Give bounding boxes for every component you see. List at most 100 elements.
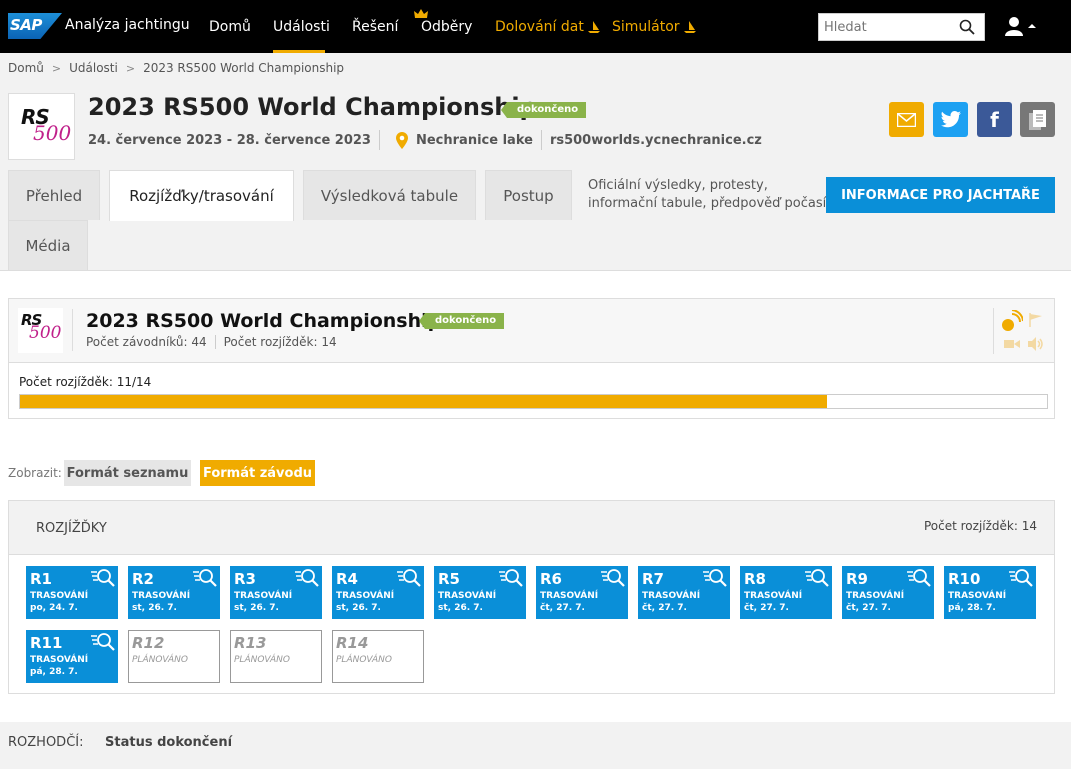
nav-data-mining-label: Dolování dat	[495, 18, 584, 35]
tab-note: Oficiální výsledky, protesty, informační…	[588, 177, 831, 213]
race-name: R12	[132, 634, 165, 652]
share-email-button[interactable]	[889, 102, 924, 137]
zoom-analysis-icon[interactable]	[193, 568, 217, 592]
nav-solutions[interactable]: Řešení	[352, 0, 398, 53]
race-format-button[interactable]: Formát závodu	[200, 460, 315, 486]
zoom-analysis-icon[interactable]	[907, 568, 931, 592]
race-date: st, 26. 7.	[132, 603, 177, 613]
race-progress-fill	[20, 395, 827, 408]
sap-logo[interactable]: SAP	[8, 13, 62, 39]
tab-note-line-2: informační tabule, předpověď počasí:	[588, 196, 831, 211]
race-name: R1	[30, 570, 52, 588]
race-name: R8	[744, 570, 766, 588]
race-tile-r13[interactable]: R13 PLÁNOVÁNO	[230, 630, 322, 683]
tab-note-line-1: Oficiální výsledky, protesty,	[588, 178, 768, 193]
copy-icon	[1029, 109, 1046, 130]
audio-icon	[1028, 337, 1043, 351]
race-date: st, 26. 7.	[336, 603, 381, 613]
race-date: st, 26. 7.	[438, 603, 483, 613]
zoom-analysis-icon[interactable]	[91, 568, 115, 592]
race-name: R5	[438, 570, 460, 588]
event-website[interactable]: rs500worlds.ycnechranice.cz	[550, 133, 762, 148]
race-tile-r4[interactable]: R4 TRASOVÁNÍ st, 26. 7.	[332, 566, 424, 619]
share-twitter-button[interactable]	[933, 102, 968, 137]
race-name: R7	[642, 570, 664, 588]
race-name: R4	[336, 570, 358, 588]
list-format-button[interactable]: Formát seznamu	[64, 460, 191, 486]
event-location[interactable]: Nechranice lake	[416, 133, 533, 148]
races-panel-count: Počet rozjížděk: 14	[923, 519, 1037, 533]
nav-simulator[interactable]: Simulátor	[612, 0, 696, 53]
event-card: RS 500 2023 RS500 World Championship dok…	[8, 298, 1055, 419]
race-tile-r5[interactable]: R5 TRASOVÁNÍ st, 26. 7.	[434, 566, 526, 619]
envelope-icon	[897, 112, 916, 127]
nav-subscriptions[interactable]: Odběry	[421, 0, 472, 53]
nav-events[interactable]: Události	[273, 0, 330, 53]
tab-overview[interactable]: Přehled	[8, 170, 100, 220]
race-tile-r10[interactable]: R10 TRASOVÁNÍ pá, 28. 7.	[944, 566, 1036, 619]
race-name: R13	[234, 634, 267, 652]
event-card-meta: Počet závodníků: 44 Počet rozjížděk: 14	[86, 335, 337, 349]
tab-progress[interactable]: Postup	[485, 170, 572, 220]
race-tile-r11[interactable]: R11 TRASOVÁNÍ pá, 28. 7.	[26, 630, 118, 683]
user-menu-icon[interactable]	[1004, 16, 1040, 38]
sailor-info-button[interactable]: INFORMACE PRO JACHTAŘE	[826, 177, 1055, 213]
breadcrumb-home[interactable]: Domů	[8, 61, 44, 75]
status-badge: dokončeno	[418, 313, 505, 329]
search-box	[818, 13, 985, 41]
facebook-icon: f	[990, 107, 999, 132]
race-status: PLÁNOVÁNO	[336, 655, 392, 665]
sail-icon	[587, 20, 600, 33]
zoom-analysis-icon[interactable]	[295, 568, 319, 592]
location-pin-icon	[395, 131, 408, 149]
race-status: TRASOVÁNÍ	[846, 591, 905, 601]
nav-events-label: Události	[273, 18, 330, 35]
video-icon	[1004, 340, 1020, 348]
rs500-logo: RS 500	[19, 105, 71, 149]
zoom-analysis-icon[interactable]	[703, 568, 727, 592]
zoom-analysis-icon[interactable]	[91, 632, 115, 656]
tab-races-tracking[interactable]: Rozjížďky/trasování	[109, 170, 294, 221]
race-tile-r1[interactable]: R1 TRASOVÁNÍ po, 24. 7.	[26, 566, 118, 619]
race-status: TRASOVÁNÍ	[744, 591, 803, 601]
race-date: čt, 27. 7.	[642, 603, 687, 613]
race-tile-r6[interactable]: R6 TRASOVÁNÍ čt, 27. 7.	[536, 566, 628, 619]
breadcrumb: Domů > Události > 2023 RS500 World Champ…	[8, 61, 344, 75]
race-tile-r3[interactable]: R3 TRASOVÁNÍ st, 26. 7.	[230, 566, 322, 619]
rs500-logo-number: 500	[29, 323, 62, 343]
race-progress-bar	[19, 394, 1048, 409]
race-status: PLÁNOVÁNO	[234, 655, 290, 665]
nav-home[interactable]: Domů	[209, 0, 251, 53]
zoom-analysis-icon[interactable]	[397, 568, 421, 592]
app-title[interactable]: Analýza jachtingu	[65, 17, 190, 33]
zoom-analysis-icon[interactable]	[601, 568, 625, 592]
share-facebook-button[interactable]: f	[977, 102, 1012, 137]
divider	[214, 335, 216, 349]
flag-icon	[1029, 313, 1042, 327]
zoom-analysis-icon[interactable]	[499, 568, 523, 592]
search-icon[interactable]	[959, 19, 975, 35]
event-card-icons	[993, 304, 1051, 358]
search-input[interactable]	[819, 14, 949, 40]
breadcrumb-events[interactable]: Události	[69, 61, 118, 75]
tab-leaderboard[interactable]: Výsledková tabule	[303, 170, 476, 220]
chevron-right-icon: >	[125, 61, 136, 75]
live-tracking-icon[interactable]	[1001, 310, 1023, 332]
race-tile-r8[interactable]: R8 TRASOVÁNÍ čt, 27. 7.	[740, 566, 832, 619]
copy-link-button[interactable]	[1020, 102, 1055, 137]
race-tile-r2[interactable]: R2 TRASOVÁNÍ st, 26. 7.	[128, 566, 220, 619]
zoom-analysis-icon[interactable]	[1009, 568, 1033, 592]
race-tile-r7[interactable]: R7 TRASOVÁNÍ čt, 27. 7.	[638, 566, 730, 619]
race-tile-r12[interactable]: R12 PLÁNOVÁNO	[128, 630, 220, 683]
race-tile-r9[interactable]: R9 TRASOVÁNÍ čt, 27. 7.	[842, 566, 934, 619]
race-status: TRASOVÁNÍ	[438, 591, 497, 601]
nav-data-mining[interactable]: Dolování dat	[495, 0, 600, 53]
race-tile-r14[interactable]: R14 PLÁNOVÁNO	[332, 630, 424, 683]
chevron-right-icon: >	[51, 61, 62, 75]
event-dates: 24. července 2023 - 28. července 2023	[88, 132, 371, 148]
event-card-title[interactable]: 2023 RS500 World Championship	[86, 310, 441, 332]
rs500-logo-number: 500	[33, 121, 72, 145]
tab-media[interactable]: Média	[8, 220, 88, 270]
progress-label: Počet rozjížděk: 11/14	[19, 375, 152, 389]
zoom-analysis-icon[interactable]	[805, 568, 829, 592]
